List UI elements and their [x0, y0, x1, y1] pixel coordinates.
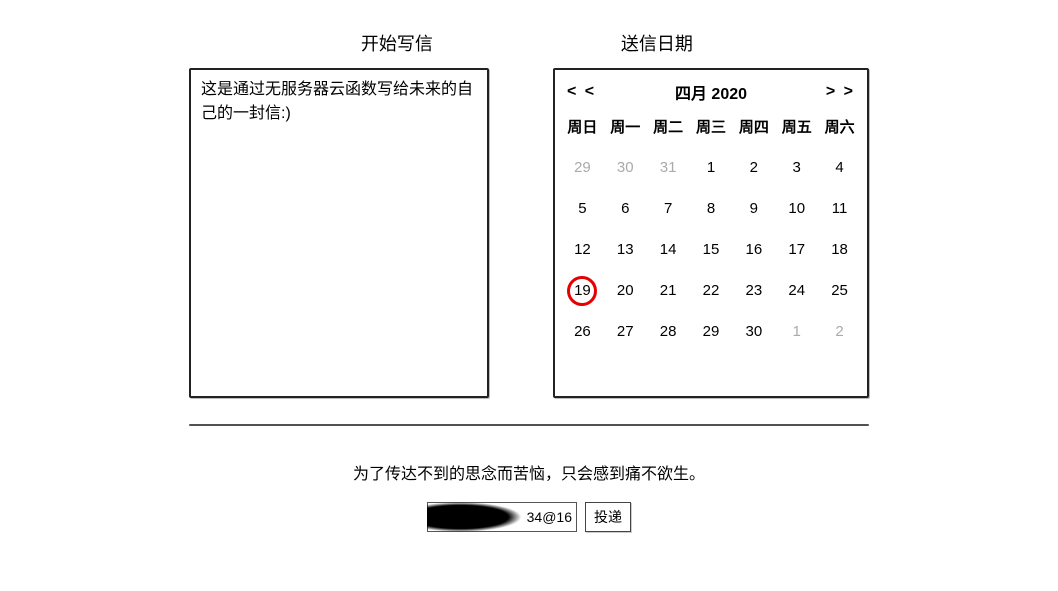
calendar-next-button[interactable]: > > — [826, 83, 855, 101]
send-button[interactable]: 投递 — [585, 502, 631, 532]
calendar: < < 四月 2020 > > 周日周一周二周三周四周五周六 293031123… — [553, 68, 869, 398]
calendar-day[interactable]: 17 — [775, 229, 818, 270]
letter-textarea[interactable]: 这是通过无服务器云函数写给未来的自己的一封信:) — [189, 68, 489, 398]
calendar-day[interactable]: 1 — [690, 147, 733, 188]
calendar-prev-button[interactable]: < < — [567, 83, 596, 101]
calendar-day[interactable]: 4 — [818, 147, 861, 188]
date-heading: 送信日期 — [525, 30, 789, 56]
email-input[interactable] — [427, 502, 577, 532]
calendar-day[interactable]: 20 — [604, 270, 647, 311]
calendar-day[interactable]: 3 — [775, 147, 818, 188]
calendar-day[interactable]: 31 — [647, 147, 690, 188]
calendar-day[interactable]: 27 — [604, 311, 647, 352]
calendar-weekday: 周四 — [732, 110, 775, 147]
calendar-day[interactable]: 18 — [818, 229, 861, 270]
calendar-day[interactable]: 23 — [732, 270, 775, 311]
calendar-day[interactable]: 2 — [818, 311, 861, 352]
calendar-day[interactable]: 2 — [732, 147, 775, 188]
calendar-day[interactable]: 28 — [647, 311, 690, 352]
calendar-day[interactable]: 8 — [690, 188, 733, 229]
divider — [189, 424, 869, 426]
calendar-weekday: 周三 — [690, 110, 733, 147]
calendar-day[interactable]: 29 — [690, 311, 733, 352]
calendar-day[interactable]: 26 — [561, 311, 604, 352]
calendar-day[interactable]: 30 — [732, 311, 775, 352]
calendar-day[interactable]: 30 — [604, 147, 647, 188]
calendar-day[interactable]: 10 — [775, 188, 818, 229]
calendar-day[interactable]: 13 — [604, 229, 647, 270]
calendar-weekday: 周二 — [647, 110, 690, 147]
calendar-day[interactable]: 19 — [561, 270, 604, 311]
letter-heading: 开始写信 — [269, 30, 525, 56]
calendar-day[interactable]: 21 — [647, 270, 690, 311]
calendar-weekday: 周六 — [818, 110, 861, 147]
today-indicator-icon — [566, 274, 598, 306]
calendar-day[interactable]: 24 — [775, 270, 818, 311]
calendar-day[interactable]: 9 — [732, 188, 775, 229]
calendar-title: 四月 2020 — [675, 80, 747, 104]
calendar-day[interactable]: 7 — [647, 188, 690, 229]
calendar-day[interactable]: 29 — [561, 147, 604, 188]
calendar-day[interactable]: 14 — [647, 229, 690, 270]
calendar-weekday: 周日 — [561, 110, 604, 147]
calendar-day[interactable]: 15 — [690, 229, 733, 270]
calendar-day[interactable]: 25 — [818, 270, 861, 311]
calendar-day[interactable]: 6 — [604, 188, 647, 229]
calendar-day[interactable]: 1 — [775, 311, 818, 352]
quote-text: 为了传达不到的思念而苦恼，只会感到痛不欲生。 — [0, 460, 1058, 484]
calendar-day[interactable]: 11 — [818, 188, 861, 229]
calendar-weekday: 周一 — [604, 110, 647, 147]
calendar-day[interactable]: 16 — [732, 229, 775, 270]
calendar-day[interactable]: 22 — [690, 270, 733, 311]
calendar-weekday: 周五 — [775, 110, 818, 147]
calendar-day[interactable]: 5 — [561, 188, 604, 229]
calendar-day[interactable]: 12 — [561, 229, 604, 270]
